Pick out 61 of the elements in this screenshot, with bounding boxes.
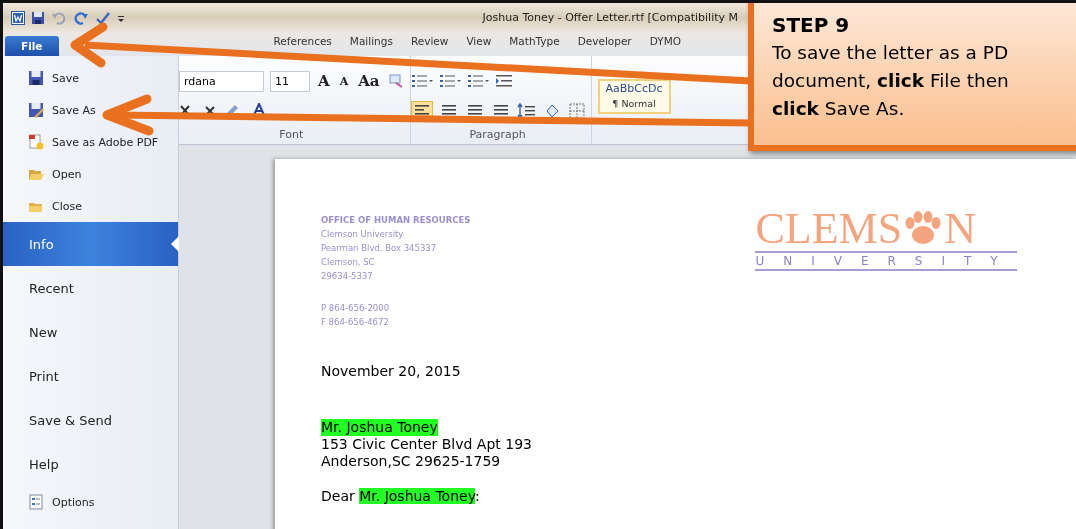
letterhead-line: Clemson University bbox=[321, 229, 404, 239]
font-name-field[interactable]: rdana bbox=[179, 70, 264, 92]
logo-subtitle: UNIVERSITY bbox=[755, 251, 1017, 271]
address-line: 153 Civic Center Blvd Apt 193 bbox=[321, 436, 532, 453]
logo-wordmark: N bbox=[944, 207, 976, 251]
menu-item[interactable]: Save bbox=[3, 62, 178, 94]
spelling-check-icon[interactable] bbox=[95, 10, 111, 25]
menu-item[interactable]: Help bbox=[3, 442, 178, 486]
ribbon-tab[interactable]: View bbox=[458, 32, 500, 50]
ribbon-tab[interactable]: References bbox=[265, 32, 340, 50]
menu-item[interactable]: Open bbox=[3, 158, 178, 190]
menu-item[interactable]: New bbox=[3, 310, 178, 354]
group-label: Font bbox=[278, 128, 305, 143]
style-tile[interactable]: AaBbCcDc ¶ Normal bbox=[597, 79, 671, 114]
ribbon-tab[interactable]: DYMO bbox=[641, 32, 689, 50]
pdf-document-icon bbox=[28, 134, 44, 150]
indent-icon[interactable] bbox=[494, 74, 513, 88]
ribbon-tab[interactable]: File bbox=[5, 36, 59, 56]
menu-item[interactable]: Print bbox=[3, 354, 178, 398]
menu-item[interactable]: Recent bbox=[3, 266, 178, 310]
menu-item[interactable]: Info bbox=[3, 222, 178, 266]
line-spacing-icon[interactable] bbox=[516, 103, 537, 119]
font-size-field[interactable]: 11 bbox=[270, 70, 310, 92]
callout-text: To save the letter as a PD document, click File then click Save As. bbox=[772, 41, 1009, 121]
font-button[interactable]: A bbox=[337, 74, 351, 88]
menu-item[interactable]: Save & Send bbox=[3, 398, 178, 442]
list-icon[interactable] bbox=[466, 74, 489, 88]
ribbon-tab[interactable]: Mailings bbox=[341, 32, 401, 50]
window-title: Joshua Toney - Offer Letter.rtf [Compatibility M bbox=[482, 11, 738, 24]
clear-formatting-icon[interactable] bbox=[387, 73, 404, 89]
group-label: Paragraph bbox=[468, 128, 527, 143]
font-button[interactable]: Aa bbox=[356, 72, 382, 90]
letterhead-line: Clemson, SC bbox=[321, 257, 375, 267]
ribbon-tab[interactable]: MathType bbox=[501, 32, 568, 50]
address-line: Anderson,SC 29625-1759 bbox=[321, 453, 501, 470]
salutation: Dear Mr. Joshua Toney: bbox=[321, 488, 480, 505]
list-icon[interactable] bbox=[410, 74, 433, 88]
menu-item[interactable]: Options bbox=[3, 486, 178, 518]
word-logo-icon bbox=[11, 10, 25, 25]
letter-date: November 20, 2015 bbox=[321, 363, 461, 379]
menu-item[interactable]: Close bbox=[3, 190, 178, 222]
save-icon bbox=[28, 70, 44, 86]
contact-line: P 864-656-2000 bbox=[321, 303, 390, 313]
options-icon bbox=[28, 494, 44, 510]
menu-item[interactable]: Save as Adobe PDF bbox=[3, 126, 178, 158]
menu-item[interactable]: Save As bbox=[3, 94, 178, 126]
recipient-name: Mr. Joshua Toney bbox=[321, 419, 438, 436]
callout-title: STEP 9 bbox=[772, 13, 850, 37]
borders-icon[interactable] bbox=[568, 103, 585, 119]
letterhead-line: 29634-5337 bbox=[321, 271, 373, 281]
font-button[interactable]: A bbox=[316, 72, 332, 90]
list-icon[interactable] bbox=[438, 74, 461, 88]
save-icon[interactable] bbox=[31, 10, 45, 25]
logo-wordmark: CLEMS bbox=[755, 207, 903, 251]
save-as-icon bbox=[28, 102, 44, 118]
letterhead-line: OFFICE OF HUMAN RESOURCES bbox=[321, 215, 471, 225]
letterhead-line: Pearman Blvd. Box 345337 bbox=[321, 243, 437, 253]
ribbon-tab[interactable]: Developer bbox=[569, 32, 640, 50]
contact-line: F 864-656-4672 bbox=[321, 317, 389, 327]
redo-icon[interactable] bbox=[73, 10, 89, 25]
ribbon-tab[interactable]: Review bbox=[402, 32, 457, 50]
